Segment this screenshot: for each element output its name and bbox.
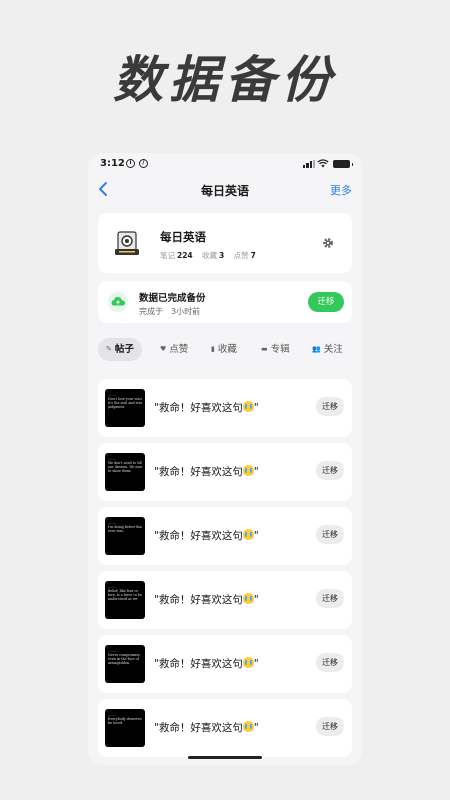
thumb-text: to show them.	[108, 469, 132, 474]
printer-avatar-icon	[115, 231, 139, 255]
edit-icon: ✎	[106, 345, 112, 353]
migrate-button[interactable]: 迁移	[316, 653, 344, 672]
backup-title: 数据已完成备份	[139, 293, 206, 304]
home-indicator	[188, 756, 262, 759]
more-button[interactable]: 更多	[330, 182, 352, 198]
thumb-text: armageddon.	[108, 661, 131, 666]
post-title: "救命！好喜欢这句 "	[154, 529, 259, 542]
tab-albums[interactable]: ▬ 专辑	[261, 338, 290, 361]
post-thumbnail: —— We don't need to tell our dreams. We …	[105, 453, 145, 491]
info-icon: i	[126, 159, 135, 168]
status-time: 3:12	[100, 158, 125, 169]
thumb-text: judgment.	[108, 405, 125, 410]
post-title: "救命！好喜欢这句 "	[154, 721, 259, 734]
post-title: "救命！好喜欢这句 "	[154, 401, 259, 414]
profile-stats: 笔记 224 收藏 3 点赞 7	[160, 250, 263, 261]
post-title: "救命！好喜欢这句 "	[154, 657, 259, 670]
migrate-button[interactable]: 迁移	[316, 589, 344, 608]
wifi-icon	[317, 159, 329, 168]
tab-likes-label: 点赞	[169, 344, 189, 355]
notes-label: 笔记	[160, 251, 175, 260]
nav-title: 每日英语	[200, 184, 249, 198]
post-thumbnail: —— I'm doing better than I ever was.	[105, 517, 145, 555]
profile-card: 每日英语 笔记 224 收藏 3 点赞 7	[98, 213, 352, 273]
backup-sub-label: 完成于	[139, 307, 163, 316]
bookmark-icon: ▮	[211, 345, 215, 353]
notes-count: 224	[177, 251, 193, 260]
post-thumbnail: —— Never compromise. Not even in the fac…	[105, 645, 145, 683]
tab-albums-label: 专辑	[270, 344, 290, 355]
post-item[interactable]: —— Never compromise. Not even in the fac…	[98, 635, 352, 693]
migrate-button[interactable]: 迁移	[316, 717, 344, 736]
crying-emoji-icon	[242, 721, 254, 732]
status-bar: 3:12 i /	[88, 153, 362, 175]
backup-card: 数据已完成备份 完成于 3小时前 迁移	[98, 281, 352, 323]
phone-screen: 3:12 i / 每日英语 更多 每日英语 笔记 224 收藏 3 点赞 7 数…	[88, 153, 362, 765]
post-thumbnail: —— Don't lose your voice, it's the soul …	[105, 389, 145, 427]
tab-following[interactable]: 👥 关注	[312, 338, 343, 361]
post-item[interactable]: —— We don't need to tell our dreams. We …	[98, 443, 352, 501]
fav-count: 3	[219, 251, 225, 260]
signal-icon	[303, 160, 315, 168]
tab-posts-label: 帖子	[114, 344, 134, 355]
tab-favorites-label: 收藏	[217, 344, 237, 355]
content-tabs: ✎ 帖子 ♥ 点赞 ▮ 收藏 ▬ 专辑 👥 关注	[98, 338, 352, 362]
post-title: "救命！好喜欢这句 "	[154, 465, 259, 478]
crying-emoji-icon	[242, 657, 254, 668]
tab-favorites[interactable]: ▮ 收藏	[211, 338, 237, 361]
crying-emoji-icon	[242, 529, 254, 540]
fav-label: 收藏	[202, 251, 218, 260]
tab-posts[interactable]: ✎ 帖子	[98, 338, 142, 361]
post-thumbnail: —— Everybody deserves to be loved.	[105, 709, 145, 747]
likes-count: 7	[250, 251, 256, 260]
promo-title: 数据备份	[113, 51, 337, 109]
profile-name: 每日英语	[160, 230, 206, 244]
crying-emoji-icon	[242, 465, 254, 476]
battery-icon	[333, 160, 353, 168]
backup-time: 3小时前	[171, 307, 201, 316]
post-title: "救命！好喜欢这句 "	[154, 593, 259, 606]
thumb-text: understood as we	[108, 597, 138, 602]
people-icon: 👥	[312, 345, 321, 353]
thumb-text: ever was.	[108, 529, 124, 534]
post-item[interactable]: —— Don't lose your voice, it's the soul …	[98, 379, 352, 437]
no-disturb-icon: /	[139, 159, 148, 168]
nav-bar: 每日英语 更多	[88, 175, 362, 203]
post-item[interactable]: —— I'm doing better than I ever was. "救命…	[98, 507, 352, 565]
migrate-all-button[interactable]: 迁移	[308, 292, 344, 312]
tab-likes[interactable]: ♥ 点赞	[160, 338, 188, 361]
gear-icon[interactable]	[322, 237, 334, 249]
post-thumbnail: —— Belief, like fear or love, is a force…	[105, 581, 145, 619]
crying-emoji-icon	[242, 401, 254, 412]
post-item[interactable]: —— Belief, like fear or love, is a force…	[98, 571, 352, 629]
likes-label: 点赞	[233, 251, 249, 260]
backup-subtitle: 完成于 3小时前	[139, 306, 200, 317]
migrate-button[interactable]: 迁移	[316, 397, 344, 416]
migrate-button[interactable]: 迁移	[316, 461, 344, 480]
heart-icon: ♥	[160, 345, 167, 353]
crying-emoji-icon	[242, 593, 254, 604]
migrate-button[interactable]: 迁移	[316, 525, 344, 544]
post-item[interactable]: —— Everybody deserves to be loved. "救命！好…	[98, 699, 352, 757]
folder-icon: ▬	[261, 345, 268, 353]
thumb-text: be loved.	[108, 721, 124, 726]
cloud-icon	[108, 292, 128, 312]
tab-following-label: 关注	[323, 344, 343, 355]
